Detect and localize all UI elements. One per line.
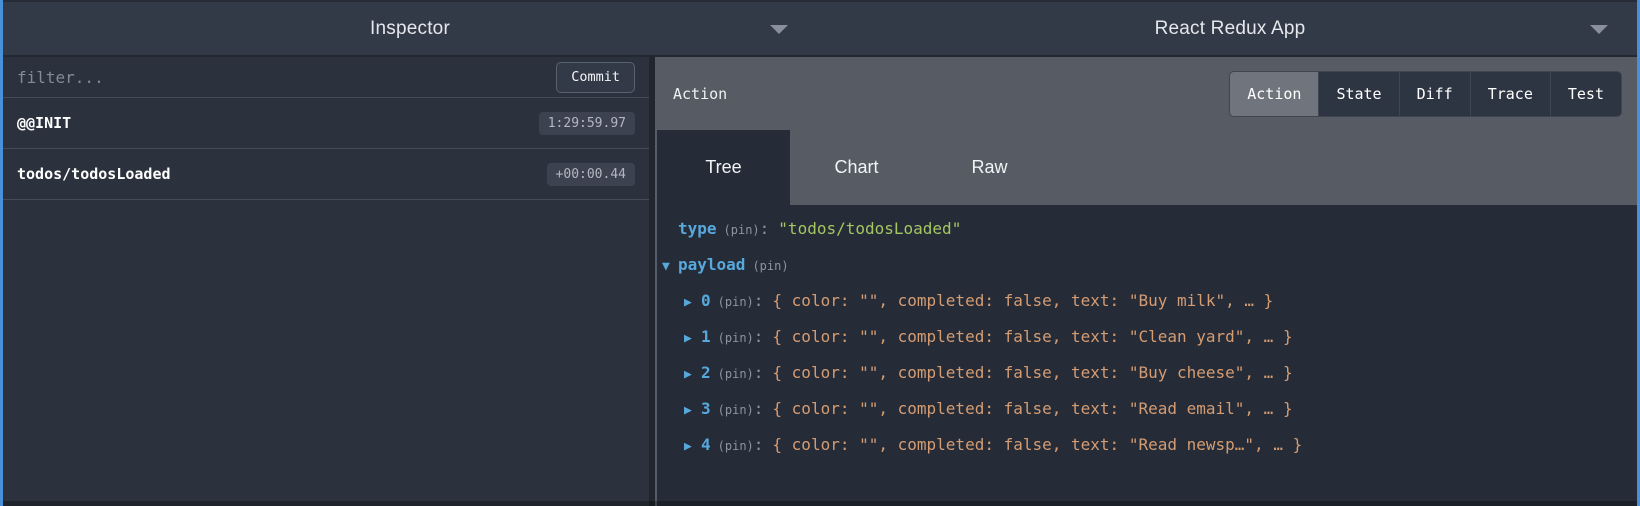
- expand-arrow-icon[interactable]: ▶: [684, 285, 701, 321]
- detail-panel-header: Action Action State Diff Trace Test: [657, 57, 1637, 130]
- action-time-badge: +00:00.44: [547, 163, 635, 186]
- colon: :: [760, 219, 770, 238]
- pin-link[interactable]: (pin): [718, 439, 754, 453]
- expand-arrow-icon[interactable]: ▶: [684, 357, 701, 393]
- action-row-init[interactable]: @@INIT 1:29:59.97: [3, 98, 649, 149]
- object-preview: { color: "", completed: false, text: "Cl…: [772, 327, 1292, 346]
- colon: :: [754, 399, 764, 418]
- tab-state[interactable]: State: [1318, 72, 1398, 116]
- top-bar: Inspector React Redux App: [0, 0, 1640, 57]
- detail-tab-group: Action State Diff Trace Test: [1229, 71, 1622, 117]
- tree-row-item-4: ▶4 (pin): { color: "", completed: false, t…: [657, 427, 1637, 463]
- action-detail-panel: Action Action State Diff Trace Test Tree…: [657, 57, 1637, 506]
- tree-key[interactable]: type: [678, 219, 717, 238]
- pin-link[interactable]: (pin): [718, 295, 754, 309]
- pin-link[interactable]: (pin): [752, 259, 788, 273]
- action-json-tree: type (pin): "todos/todosLoaded" ▼payload (p…: [657, 205, 1637, 463]
- tree-row-item-1: ▶1 (pin): { color: "", completed: false, t…: [657, 319, 1637, 355]
- tree-row-item-3: ▶3 (pin): { color: "", completed: false, t…: [657, 391, 1637, 427]
- chevron-down-icon: [770, 25, 788, 34]
- redux-devtools-window: Inspector React Redux App Commit @@INIT …: [0, 0, 1640, 506]
- subtab-tree[interactable]: Tree: [657, 130, 790, 205]
- chevron-down-icon: [1590, 25, 1608, 34]
- expand-arrow-icon[interactable]: ▶: [684, 429, 701, 465]
- action-name: todos/todosLoaded: [17, 165, 171, 183]
- filter-input[interactable]: [3, 57, 556, 97]
- subtab-raw[interactable]: Raw: [923, 130, 1056, 205]
- commit-button[interactable]: Commit: [556, 62, 635, 93]
- tab-diff[interactable]: Diff: [1399, 72, 1470, 116]
- colon: :: [754, 435, 764, 454]
- tab-action[interactable]: Action: [1230, 72, 1318, 116]
- tree-row-payload: ▼payload (pin): [657, 247, 1637, 283]
- action-name: @@INIT: [17, 114, 71, 132]
- tree-row-type: type (pin): "todos/todosLoaded": [657, 211, 1637, 247]
- tree-string-value: "todos/todosLoaded": [778, 219, 961, 238]
- colon: :: [754, 363, 764, 382]
- collapse-arrow-icon[interactable]: ▼: [662, 249, 678, 285]
- instance-select[interactable]: React Redux App: [820, 2, 1640, 55]
- object-preview: { color: "", completed: false, text: "Re…: [772, 435, 1302, 454]
- colon: :: [754, 327, 764, 346]
- subtab-chart[interactable]: Chart: [790, 130, 923, 205]
- action-time-badge: 1:29:59.97: [539, 112, 635, 135]
- object-preview: { color: "", completed: false, text: "Re…: [772, 399, 1292, 418]
- tree-key[interactable]: payload: [678, 255, 745, 274]
- pin-link[interactable]: (pin): [718, 403, 754, 417]
- tree-key[interactable]: 3: [701, 399, 711, 418]
- pin-link[interactable]: (pin): [724, 223, 760, 237]
- instance-label: React Redux App: [1155, 18, 1306, 40]
- action-list-panel: Commit @@INIT 1:29:59.97 todos/todosLoad…: [3, 57, 649, 506]
- inspector-monitor-label: Inspector: [370, 18, 450, 40]
- object-preview: { color: "", completed: false, text: "Bu…: [772, 291, 1273, 310]
- tree-key[interactable]: 1: [701, 327, 711, 346]
- filter-row: Commit: [3, 57, 649, 98]
- pin-link[interactable]: (pin): [718, 331, 754, 345]
- tree-key[interactable]: 2: [701, 363, 711, 382]
- panel-resize-handle[interactable]: [649, 57, 657, 506]
- inspector-monitor-select[interactable]: Inspector: [0, 2, 820, 55]
- window-bottom-edge: [0, 501, 1640, 506]
- object-preview: { color: "", completed: false, text: "Bu…: [772, 363, 1292, 382]
- tree-row-item-2: ▶2 (pin): { color: "", completed: false, t…: [657, 355, 1637, 391]
- tree-key[interactable]: 0: [701, 291, 711, 310]
- action-row-todos-loaded[interactable]: todos/todosLoaded +00:00.44: [3, 149, 649, 200]
- view-subtab-bar: Tree Chart Raw: [657, 130, 1637, 205]
- tree-key[interactable]: 4: [701, 435, 711, 454]
- tree-row-item-0: ▶0 (pin): { color: "", completed: false, t…: [657, 283, 1637, 319]
- expand-arrow-icon[interactable]: ▶: [684, 321, 701, 357]
- tab-test[interactable]: Test: [1550, 72, 1621, 116]
- window-left-edge: [0, 0, 3, 506]
- detail-panel-title: Action: [673, 85, 727, 103]
- colon: :: [754, 291, 764, 310]
- tab-trace[interactable]: Trace: [1470, 72, 1550, 116]
- pin-link[interactable]: (pin): [718, 367, 754, 381]
- expand-arrow-icon[interactable]: ▶: [684, 393, 701, 429]
